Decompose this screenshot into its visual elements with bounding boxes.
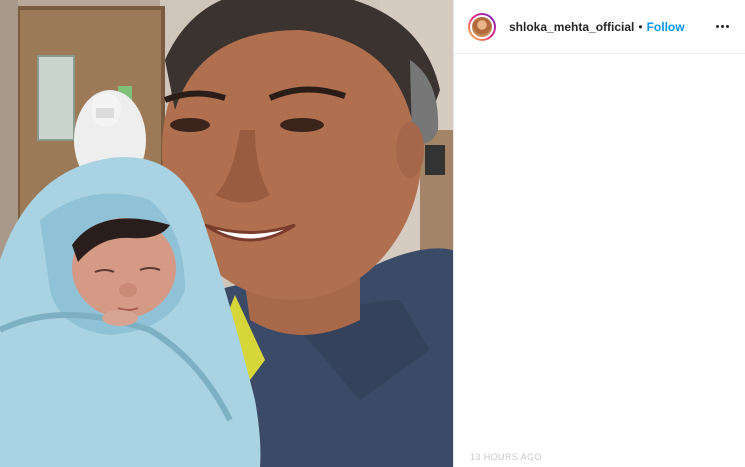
follow-button[interactable]: Follow	[647, 20, 685, 34]
username-link[interactable]: shloka_mehta_official	[509, 20, 634, 34]
separator-dot: •	[638, 19, 643, 34]
photo-image	[0, 0, 453, 467]
post-header: shloka_mehta_official • Follow	[454, 0, 745, 54]
avatar-image	[470, 14, 494, 39]
instagram-post: shloka_mehta_official • Follow 13 HOURS …	[0, 0, 745, 467]
profile-avatar[interactable]	[468, 12, 496, 41]
post-sidebar: shloka_mehta_official • Follow 13 HOURS …	[453, 0, 745, 467]
post-timestamp: 13 HOURS AGO	[470, 452, 542, 462]
post-photo[interactable]	[0, 0, 453, 467]
more-options-icon[interactable]	[714, 21, 731, 32]
